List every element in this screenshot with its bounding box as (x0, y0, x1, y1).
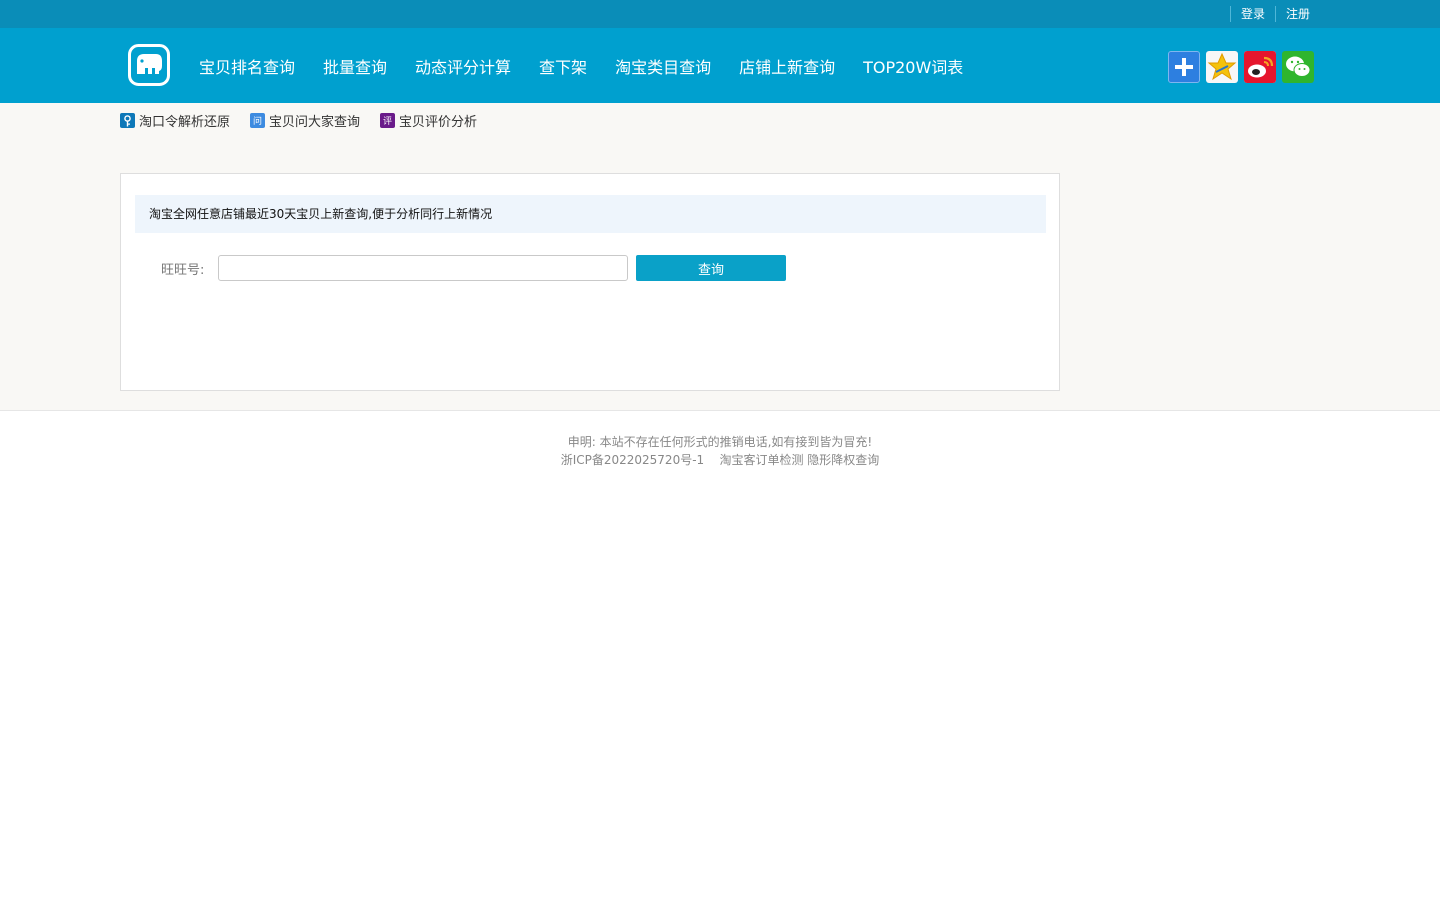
share-icons (1168, 51, 1314, 83)
main-content-area: 淘口令解析还原 问 宝贝问大家查询 评 宝贝评价分析 淘宝全网任意店铺最近30天… (0, 103, 1440, 411)
review-badge-icon: 评 (380, 113, 396, 128)
wechat-icon[interactable] (1282, 51, 1314, 83)
subnav-item-taokouling[interactable]: 淘口令解析还原 (120, 111, 230, 130)
sub-nav: 淘口令解析还原 问 宝贝问大家查询 评 宝贝评价分析 (120, 111, 497, 130)
nav-item-batch[interactable]: 批量查询 (309, 54, 401, 78)
key-icon (120, 113, 135, 128)
main-nav: 宝贝排名查询 批量查询 动态评分计算 查下架 淘宝类目查询 店铺上新查询 TOP… (185, 28, 977, 103)
nav-item-rank[interactable]: 宝贝排名查询 (185, 54, 309, 78)
plus-icon[interactable] (1168, 51, 1200, 83)
notice-bar: 淘宝全网任意店铺最近30天宝贝上新查询,便于分析同行上新情况 (135, 195, 1046, 233)
query-form: 旺旺号: 查询 (161, 255, 786, 281)
wangwang-label: 旺旺号: (161, 262, 205, 278)
footer: 申明: 本站不存在任何形式的推销电话,如有接到皆为冒充! 浙ICP备202202… (0, 411, 1440, 469)
nav-item-shop-new[interactable]: 店铺上新查询 (725, 54, 849, 78)
wangwang-input[interactable] (218, 255, 628, 281)
elephant-logo-icon[interactable] (128, 44, 170, 86)
nav-item-delist[interactable]: 查下架 (525, 54, 601, 78)
order-check-link[interactable]: 淘宝客订单检测 (719, 453, 803, 467)
login-link[interactable]: 登录 (1229, 6, 1276, 22)
question-badge-icon: 问 (250, 113, 266, 128)
weibo-icon[interactable] (1244, 51, 1276, 83)
subnav-item-review[interactable]: 评 宝贝评价分析 (380, 111, 477, 130)
disclaimer-text: 申明: 本站不存在任何形式的推销电话,如有接到皆为冒充! (567, 435, 873, 449)
subnav-item-wendajia[interactable]: 问 宝贝问大家查询 (250, 111, 360, 130)
subnav-item-label: 淘口令解析还原 (139, 115, 231, 130)
footer-links: 浙ICP备2022025720号-1 淘宝客订单检测 隐形降权查询 (0, 451, 1440, 469)
subnav-item-label: 宝贝问大家查询 (269, 115, 361, 130)
top-strip: 登录 注册 (0, 0, 1440, 28)
subnav-item-label: 宝贝评价分析 (399, 115, 478, 130)
query-button[interactable]: 查询 (636, 255, 786, 281)
query-panel: 淘宝全网任意店铺最近30天宝贝上新查询,便于分析同行上新情况 旺旺号: 查询 (120, 173, 1060, 391)
nav-item-top20w[interactable]: TOP20W词表 (849, 54, 977, 78)
qzone-star-icon[interactable] (1206, 51, 1238, 83)
register-link[interactable]: 注册 (1276, 6, 1320, 22)
nav-item-dsr[interactable]: 动态评分计算 (401, 54, 525, 78)
hidden-downrank-link[interactable]: 隐形降权查询 (807, 453, 879, 467)
nav-item-category[interactable]: 淘宝类目查询 (601, 54, 725, 78)
header-nav-bar: 宝贝排名查询 批量查询 动态评分计算 查下架 淘宝类目查询 店铺上新查询 TOP… (0, 28, 1440, 103)
account-links: 登录 注册 (1229, 6, 1320, 22)
icp-link[interactable]: 浙ICP备2022025720号-1 (561, 453, 704, 467)
